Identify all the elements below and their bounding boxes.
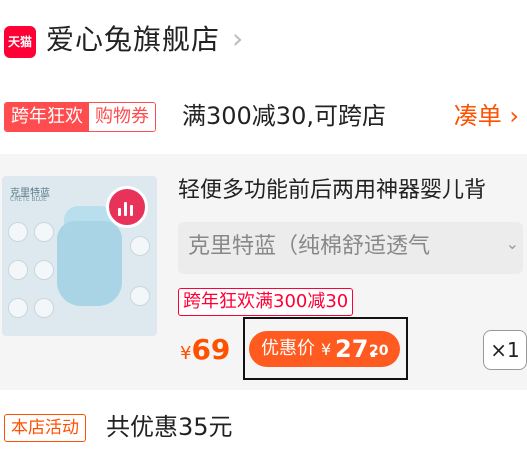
coupon-tag-event: 跨年狂欢 <box>5 103 89 131</box>
sku-text: 克里特蓝（纯棉舒适透气 <box>188 234 431 259</box>
original-price: ¥69 <box>180 333 230 366</box>
gather-order-link[interactable]: 凑单 › <box>454 100 519 132</box>
feature-circle <box>130 236 150 256</box>
price-currency: ¥ <box>180 343 192 364</box>
highlight-box <box>243 317 408 380</box>
order-card: 天猫 爱心兔旗舰店 › 跨年狂欢 购物券 满300减30,可跨店 凑单 › 克里… <box>0 0 527 466</box>
feature-circle <box>34 298 54 318</box>
coupon-description: 满300减30,可跨店 <box>182 102 386 130</box>
feature-circle <box>34 222 54 242</box>
activity-text: 共优惠35元 <box>106 413 233 441</box>
coupon-tag: 跨年狂欢 购物券 <box>4 102 156 132</box>
feature-circle <box>34 260 54 280</box>
quantity-stepper[interactable]: ×1 <box>483 330 527 370</box>
carrier-body-shape <box>57 221 122 306</box>
video-bar <box>118 208 121 216</box>
coupon-tag-type: 购物券 <box>89 103 155 131</box>
feature-circle <box>130 286 150 306</box>
promo-tag: 跨年狂欢满300减30 <box>178 288 354 316</box>
coupon-row: 跨年狂欢 购物券 满300减30,可跨店 凑单 › <box>0 100 527 134</box>
store-name[interactable]: 爱心兔旗舰店 <box>46 21 220 59</box>
chevron-down-icon: ⌄ <box>505 234 519 253</box>
store-activity: 本店活动 共优惠35元 <box>0 410 527 446</box>
chevron-right-icon[interactable]: › <box>232 20 243 58</box>
video-bar <box>124 202 127 216</box>
activity-tag: 本店活动 <box>4 414 86 442</box>
feature-circle <box>8 298 28 318</box>
product-title[interactable]: 轻便多功能前后两用神器婴儿背 <box>178 176 527 206</box>
store-header[interactable]: 天猫 爱心兔旗舰店 › <box>0 18 527 62</box>
image-brand-en-text: CRETE BLUE <box>10 196 47 203</box>
video-play-icon[interactable] <box>106 186 148 228</box>
feature-circle <box>8 222 28 242</box>
feature-circle <box>8 260 28 280</box>
price-value: 69 <box>191 333 231 366</box>
video-bar <box>130 205 133 216</box>
tmall-logo-icon: 天猫 <box>4 26 36 58</box>
sku-selector[interactable]: 克里特蓝（纯棉舒适透气 ⌄ <box>178 222 523 274</box>
